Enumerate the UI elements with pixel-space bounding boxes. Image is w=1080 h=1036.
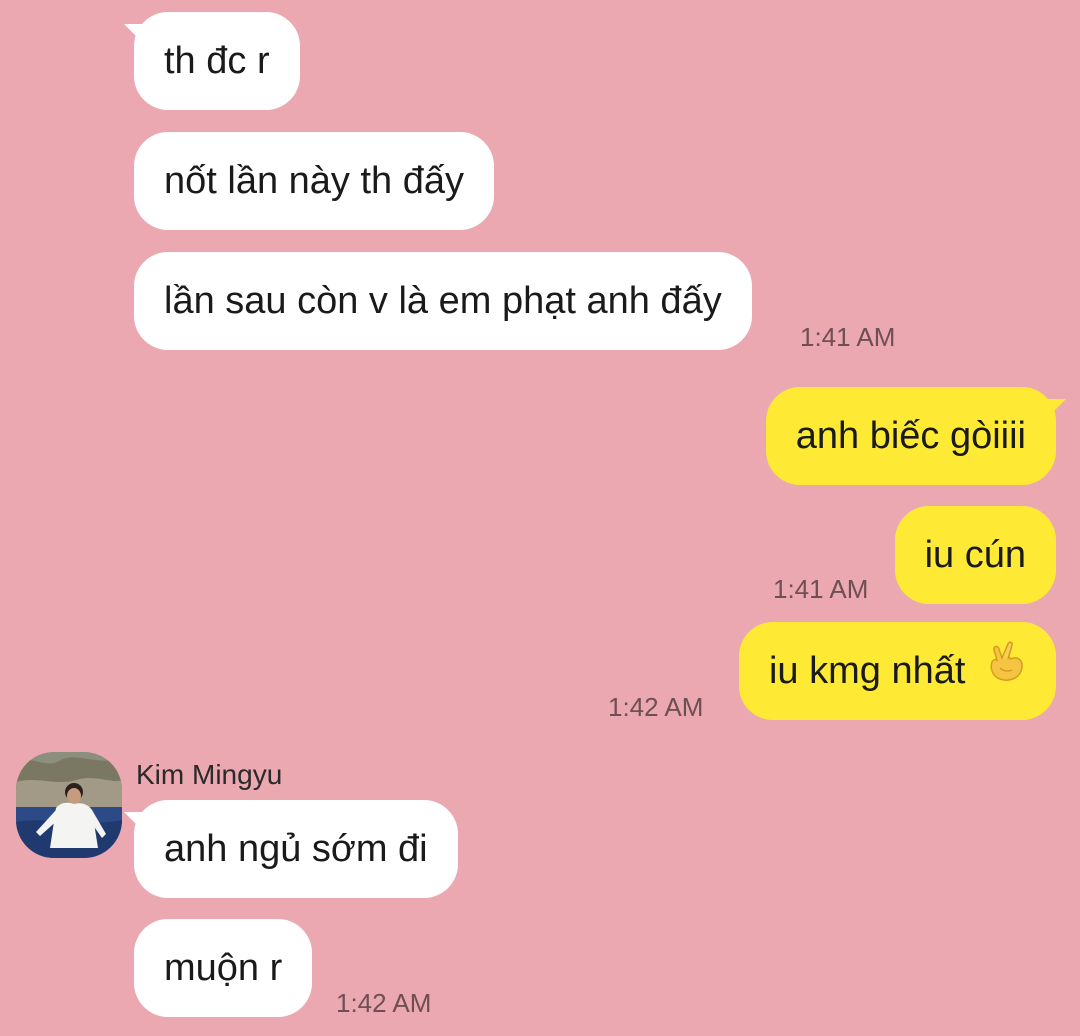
sender-name: Kim Mingyu <box>136 759 283 790</box>
incoming-message[interactable]: muộn r <box>134 919 313 1017</box>
incoming-message[interactable]: lần sau còn v là em phạt anh đấy <box>134 252 752 350</box>
chat-thread: th đc r nốt lần này th đấy lần sau còn v… <box>0 0 1080 1036</box>
message-text: anh biếc gòiiii <box>795 415 1026 457</box>
outgoing-message[interactable]: iu cún <box>894 506 1056 604</box>
message-text: lần sau còn v là em phạt anh đấy <box>164 280 722 322</box>
message-timestamp: 1:42 AM <box>336 988 432 1018</box>
outgoing-message[interactable]: iu kmg nhất <box>738 621 1056 720</box>
incoming-message[interactable]: th đc r <box>134 12 300 110</box>
message-text: th đc r <box>164 40 270 82</box>
message-text: muộn r <box>164 947 283 989</box>
message-timestamp: 1:41 AM <box>800 322 896 352</box>
avatar[interactable] <box>16 752 122 858</box>
message-text: iu cún <box>924 534 1026 576</box>
incoming-message[interactable]: nốt lần này th đấy <box>134 132 494 230</box>
finger-heart-icon <box>986 621 1026 719</box>
message-text: iu kmg nhất <box>768 650 966 692</box>
message-timestamp: 1:41 AM <box>773 574 869 604</box>
incoming-message[interactable]: anh ngủ sớm đi <box>134 800 458 898</box>
outgoing-message[interactable]: anh biếc gòiiii <box>765 387 1056 485</box>
message-text: anh ngủ sớm đi <box>164 828 428 870</box>
message-timestamp: 1:42 AM <box>608 692 704 722</box>
message-text: nốt lần này th đấy <box>164 160 464 202</box>
